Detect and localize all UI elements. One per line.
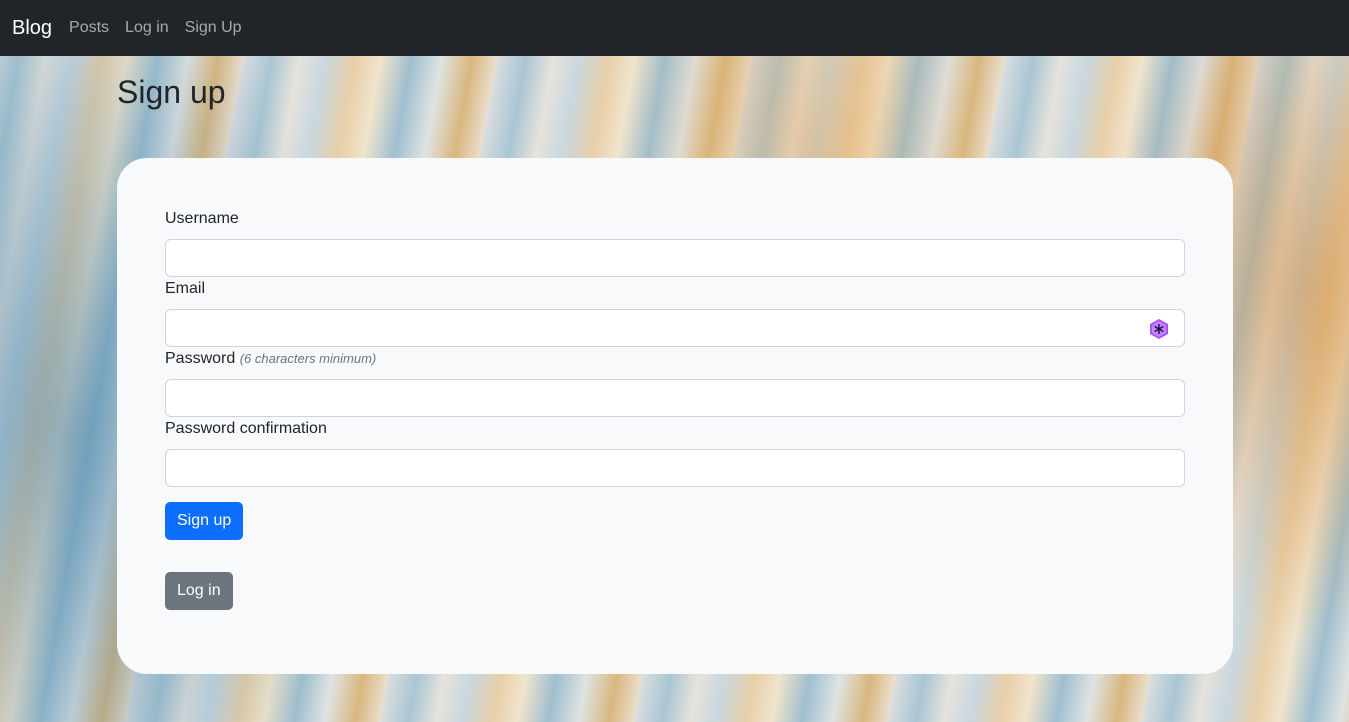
password-confirmation-label: Password confirmation — [165, 420, 327, 437]
username-group: Username — [165, 209, 1185, 277]
log-in-button[interactable]: Log in — [165, 572, 233, 610]
email-label: Email — [165, 280, 206, 297]
password-input[interactable] — [165, 379, 1185, 417]
password-label: Password — [165, 350, 236, 367]
nav-link-sign-up[interactable]: Sign Up — [185, 19, 242, 37]
sign-up-button[interactable]: Sign up — [165, 502, 244, 540]
password-confirmation-group: Password confirmation — [165, 419, 1185, 487]
password-label-row: Password (6 characters minimum) — [165, 349, 1185, 369]
nav-link-log-in[interactable]: Log in — [125, 19, 169, 37]
email-group: Email — [165, 279, 1185, 347]
username-input[interactable] — [165, 239, 1185, 277]
password-group: Password (6 characters minimum) — [165, 349, 1185, 417]
signup-card: Username Email Password (6 characters mi… — [117, 158, 1233, 674]
email-input[interactable] — [165, 309, 1185, 347]
page-title: Sign up — [117, 74, 226, 110]
nav-link-posts[interactable]: Posts — [69, 19, 109, 37]
username-label: Username — [165, 210, 239, 227]
navbar: Blog Posts Log in Sign Up — [0, 0, 1349, 56]
password-confirmation-input[interactable] — [165, 449, 1185, 487]
password-manager-icon[interactable] — [1148, 318, 1170, 340]
nav-links: Posts Log in Sign Up — [69, 19, 258, 37]
password-hint: (6 characters minimum) — [239, 351, 377, 366]
brand-link[interactable]: Blog — [12, 17, 52, 40]
